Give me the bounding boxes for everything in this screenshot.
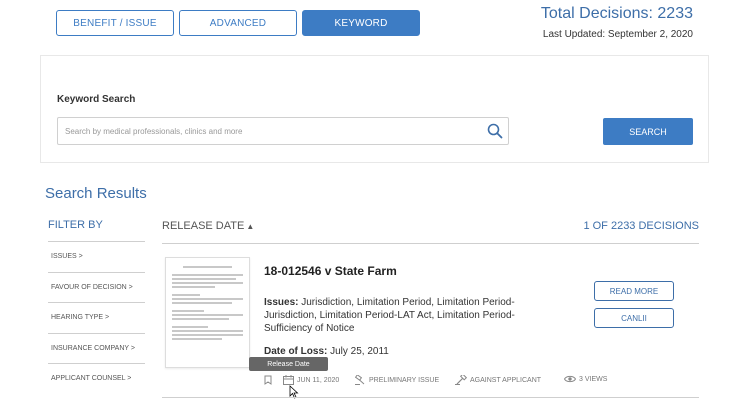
keyword-search-label: Keyword Search (57, 94, 136, 105)
case-title[interactable]: 18-012546 v State Farm (264, 264, 397, 278)
filter-hearing-type[interactable]: HEARING TYPE > (48, 302, 145, 333)
sort-up-icon: ▲ (246, 222, 255, 231)
total-decisions: Total Decisions: 2233 (540, 5, 693, 22)
sort-release-date[interactable]: RELEASE DATE ▲ (162, 220, 254, 232)
decision-type-meta: PRELIMINARY ISSUE (355, 375, 439, 385)
filter-applicant-counsel[interactable]: APPLICANT COUNSEL > (48, 363, 145, 394)
divider (162, 397, 699, 398)
gavel-icon (355, 375, 365, 385)
date-of-loss: Date of Loss: July 25, 2011 (264, 346, 389, 357)
release-date-tooltip: Release Date (249, 357, 328, 371)
favour-meta: AGAINST APPLICANT (455, 375, 541, 385)
document-thumbnail[interactable] (165, 257, 250, 368)
filter-insurance-company[interactable]: INSURANCE COMPANY > (48, 332, 145, 364)
favour-value: AGAINST APPLICANT (470, 376, 542, 384)
last-updated: Last Updated: September 2, 2020 (542, 29, 693, 40)
sort-label-text: RELEASE DATE (162, 220, 245, 232)
search-input[interactable] (58, 118, 478, 144)
totals-panel: Total Decisions: 2233 Last Updated: Sept… (541, 5, 693, 40)
search-icon[interactable] (487, 123, 503, 139)
eye-icon (564, 375, 576, 383)
hammer-icon (455, 375, 467, 385)
bookmark[interactable] (264, 375, 272, 385)
canlii-button[interactable]: CANLII (594, 308, 674, 328)
filter-by-title: FILTER BY (48, 219, 103, 231)
tab-benefit-issue[interactable]: BENEFIT / ISSUE (56, 10, 174, 36)
tab-keyword[interactable]: KEYWORD (302, 10, 420, 36)
case-issues: Issues: Jurisdiction, Limitation Period,… (264, 296, 554, 335)
search-box (57, 117, 509, 145)
divider (162, 243, 699, 244)
views-value: 3 VIEWS (579, 375, 608, 383)
mouse-cursor-icon (289, 385, 299, 404)
search-results-title: Search Results (45, 185, 147, 202)
results-count: 1 OF 2233 DECISIONS (583, 220, 699, 232)
keyword-search-panel: Keyword Search SEARCH (40, 55, 709, 163)
search-button[interactable]: SEARCH (603, 118, 693, 145)
filter-issues[interactable]: ISSUES > (48, 241, 145, 272)
release-date-meta: JUN 11, 2020 (283, 375, 339, 385)
date-of-loss-value: July 25, 2011 (330, 346, 389, 357)
read-more-button[interactable]: READ MORE (594, 281, 674, 301)
issues-label: Issues: (264, 297, 299, 308)
calendar-icon (283, 375, 294, 385)
bookmark-icon (264, 375, 272, 385)
issues-text: Jurisdiction, Limitation Period, Limitat… (264, 297, 515, 334)
tab-advanced[interactable]: ADVANCED (179, 10, 297, 36)
date-of-loss-label: Date of Loss: (264, 346, 328, 357)
release-date-value: JUN 11, 2020 (297, 376, 340, 384)
views-meta: 3 VIEWS (564, 375, 607, 383)
search-mode-tabs: BENEFIT / ISSUE ADVANCED KEYWORD (56, 10, 420, 36)
filter-favour-of-decision[interactable]: FAVOUR OF DECISION > (48, 271, 145, 303)
decision-type-value: PRELIMINARY ISSUE (369, 376, 440, 384)
filter-list: ISSUES > FAVOUR OF DECISION > HEARING TY… (48, 241, 145, 394)
